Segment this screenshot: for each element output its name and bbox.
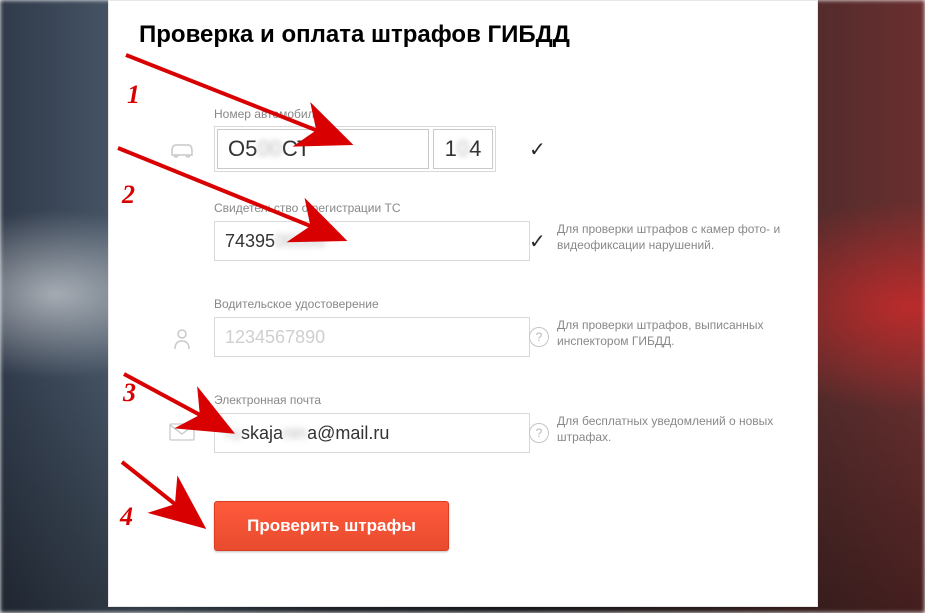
email-input[interactable]: ruskajanina@mail.ru <box>214 413 530 453</box>
check-icon: ✓ <box>529 137 546 162</box>
sts-label: Свидетельство о регистрации ТС <box>214 201 797 215</box>
email-label: Электронная почта <box>214 393 797 407</box>
page-title: Проверка и оплата штрафов ГИБДД <box>139 21 570 49</box>
annotation-number-4: 4 <box>120 502 133 532</box>
annotation-number-3: 3 <box>123 378 136 408</box>
form-panel: Проверка и оплата штрафов ГИБДД Номер ав… <box>108 0 818 607</box>
annotation-number-1: 1 <box>127 80 140 110</box>
help-icon[interactable]: ? <box>529 423 549 443</box>
person-icon <box>162 327 202 356</box>
check-icon: ✓ <box>529 229 546 254</box>
annotation-number-2: 2 <box>122 180 135 210</box>
sts-input[interactable]: 7439500000 <box>214 221 530 261</box>
help-icon[interactable]: ? <box>529 327 549 347</box>
car-icon <box>162 139 202 164</box>
license-label: Водительское удостоверение <box>214 297 797 311</box>
email-help-text: Для бесплатных уведомлений о новых штраф… <box>557 413 787 445</box>
mail-icon <box>162 423 202 446</box>
license-help-text: Для проверки штрафов, выписанных инспект… <box>557 317 787 349</box>
license-input[interactable]: 1234567890 <box>214 317 530 357</box>
submit-button[interactable]: Проверить штрафы <box>214 501 449 551</box>
plate-main-input[interactable]: О500СТ <box>217 129 429 169</box>
sts-help-text: Для проверки штрафов с камер фото- и вид… <box>557 221 787 253</box>
plate-input-group[interactable]: О500СТ 104 <box>214 126 496 172</box>
plate-label: Номер автомобиля <box>214 107 797 121</box>
plate-region-input[interactable]: 104 <box>433 129 493 169</box>
